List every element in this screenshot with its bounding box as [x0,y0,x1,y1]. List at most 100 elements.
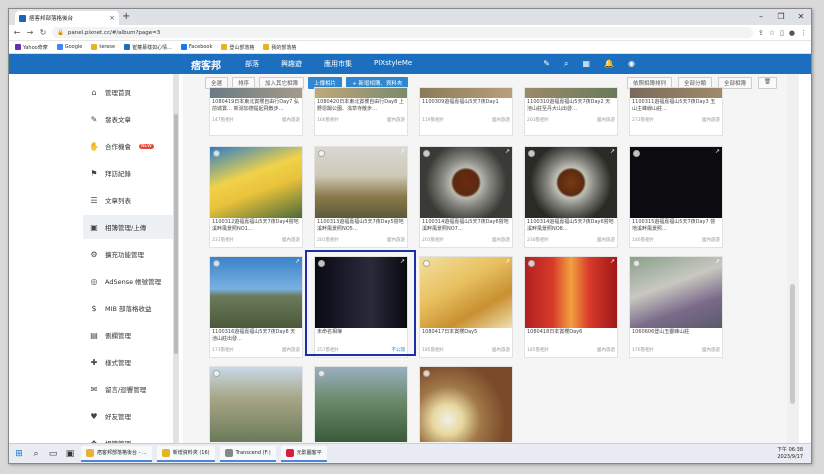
select-checkbox[interactable] [213,370,220,377]
close-tab-icon[interactable]: × [109,14,115,22]
bookmark-item[interactable]: Yahoo奇摩 [15,44,48,51]
album-card[interactable] [419,366,513,442]
bookmark-item[interactable]: terese [91,44,115,50]
select-checkbox[interactable] [633,260,640,267]
taskbar-app-drive[interactable]: Transcend (F:) [219,445,276,462]
nav-interest[interactable]: 興趣遊 [281,59,302,69]
external-link-icon[interactable]: ↗ [715,258,720,265]
album-caption: 1100314遊福嘉福山5天7夜Day6營地溪畔風景照NO7… [422,219,509,232]
bookmark-item[interactable]: Google [56,44,82,50]
external-link-icon[interactable]: ↗ [400,148,405,155]
sidebar-item-articles[interactable]: ☰ 文章列表 [83,188,173,212]
sidebar-item-extensions[interactable]: ⚙ 擴充功能管理 [83,242,173,266]
album-card[interactable] [209,366,303,442]
reload-icon[interactable]: ↻ [39,28,47,37]
album-card[interactable]: ↗ 1100313遊福嘉福山5天7夜Day5營地溪畔風景照NO5… 201張相片… [314,146,408,248]
external-link-icon[interactable]: ↗ [610,258,615,265]
maximize-button[interactable]: ❐ [771,9,791,25]
forward-icon[interactable]: → [26,28,34,37]
select-checkbox[interactable] [633,150,640,157]
album-card[interactable]: ↗ 1100316遊福嘉福山5天7夜Day8 天池山莊出發… 173張相片 國內旅… [209,256,303,358]
external-link-icon[interactable]: ↗ [505,148,510,155]
apps-grid-icon[interactable]: ▦ [582,59,590,69]
select-checkbox[interactable] [423,260,430,267]
taskbar-app-chrome[interactable]: 痞客邦部落格後台 - ... [81,445,152,462]
sidebar-scrollbar[interactable] [173,74,179,463]
select-checkbox[interactable] [423,150,430,157]
album-card[interactable]: ↗ 1100315遊福嘉福山5天7夜Day7 營地溪畔風景照… 146張相片 國內… [629,146,723,248]
external-link-icon[interactable]: ↗ [505,258,510,265]
taskbar-app-viewer[interactable]: 元影圖客平 [280,445,327,462]
store-icon[interactable]: ▣ [64,449,76,459]
select-checkbox[interactable] [528,260,535,267]
album-card[interactable]: 1100312遊福嘉福山5天7夜Day4營地溪畔風景照NO1… 231張相片 國內… [209,146,303,248]
new-tab-button[interactable]: + [122,11,130,23]
sidebar-item-mib[interactable]: $ MIB 部落格收益 [83,296,173,320]
system-clock[interactable]: 下午 06:38 2023/9/17 [777,447,807,460]
album-card[interactable]: ↗ 1080417日本賞櫻Day5 185張相片 國內旅遊 [419,256,513,358]
album-card[interactable] [314,366,408,442]
trash-icon[interactable]: 🗑 [758,76,777,89]
sidebar-item-adsense[interactable]: ◎ AdSense 帳號管理 [83,269,173,293]
sidebar-scroll-thumb[interactable] [174,114,178,354]
sidebar-item-friends[interactable]: ♥ 好友管理 [83,404,173,428]
select-checkbox[interactable] [423,370,430,377]
sidebar-item-album-upload[interactable]: ▣ 相簿管理/上傳 [83,215,173,239]
taskbar-app-folder[interactable]: 新增資料夾 (16) [156,445,215,462]
edit-icon[interactable]: ✎ [543,59,550,69]
bookmark-item[interactable]: 我的部落格 [263,44,296,51]
sidebar-item-visits[interactable]: ⚑ 拜訪紀錄 [83,161,173,185]
windows-start-icon[interactable]: ⊞ [13,449,25,459]
task-view-icon[interactable]: ▭ [47,449,59,459]
share-icon[interactable]: ⇪ [758,29,764,37]
external-link-icon[interactable]: ↗ [610,148,615,155]
back-icon[interactable]: ← [13,28,21,37]
sidebar-item-cooperation[interactable]: ✋ 合作機會 NEW [83,134,173,158]
avatar-icon[interactable]: ◉ [628,59,635,69]
album-card[interactable]: ↗ 1100314遊福嘉福山5天7夜Day6營地溪畔風景照NO8… 230張相片… [524,146,618,248]
minimize-button[interactable]: – [751,9,771,25]
sidebar-item-comments[interactable]: ✉ 留言/迴響管理 [83,377,173,401]
url-field[interactable]: 🔒 panel.pixnet.cc/#/album?page=3 [52,27,753,38]
sidebar-toggle-icon[interactable]: ▯ [780,29,784,37]
album-card[interactable]: 1100309遊福嘉福山5天7夜Day1 119張相片 國內旅遊 [419,87,513,136]
nav-blog[interactable]: 部落 [245,59,259,69]
album-card[interactable]: 1100311遊福嘉福山5天7夜Day3 玉山主峰線山莊… 273張相片 國內旅遊 [629,87,723,136]
profile-icon[interactable]: ● [789,29,795,37]
album-card[interactable]: ↗ 1060606登山玉靈峰山莊 176張相片 國內旅遊 [629,256,723,358]
bell-icon[interactable]: 🔔 [604,59,614,69]
sidebar-item-compose[interactable]: ✎ 發表文章 [83,107,173,131]
album-card[interactable]: ↗ 1080418日本賞櫻Day6 185張相片 國內旅遊 [524,256,618,358]
sidebar-item-style[interactable]: ✚ 樣式管理 [83,350,173,374]
select-checkbox[interactable] [528,150,535,157]
page-scrollbar[interactable] [787,74,799,463]
bookmark-item[interactable]: Facebook [180,44,212,50]
select-checkbox[interactable] [318,150,325,157]
sidebar-item-home[interactable]: ⌂ 管理首頁 [83,80,173,104]
album-card[interactable]: ↗ 1100314遊福嘉福山5天7夜Day6營地溪畔風景照NO7… 203張相片… [419,146,513,248]
album-cover: ↗ [525,147,617,218]
bookmark-star-icon[interactable]: ☆ [769,29,775,37]
sidebar-item-side-column[interactable]: ▤ 側欄管理 [83,323,173,347]
bookmark-item[interactable]: 登山部落格 [221,44,254,51]
album-card[interactable]: 1080419日本東北賞櫻自由行Day7 弘前城賞… 新潟加德提起飛散步… 14… [209,87,303,136]
album-card[interactable]: 1100310遊福嘉福山5天7夜Day2 天池山莊至丹大山出發… 203張相片 國… [524,87,618,136]
menu-dots-icon[interactable]: ⋮ [800,29,807,37]
search-icon[interactable]: ⌕ [30,449,42,459]
pixnet-logo[interactable]: 痞客邦 [191,57,221,72]
select-checkbox[interactable] [213,260,220,267]
nav-market[interactable]: 應用市集 [324,59,352,69]
select-checkbox[interactable] [213,150,220,157]
page-scroll-thumb[interactable] [790,284,795,404]
album-caption: 1100311遊福嘉福山5天7夜Day3 玉山主峰線山莊… [632,99,716,112]
external-link-icon[interactable]: ↗ [715,148,720,155]
browser-tab[interactable]: 痞客邦部落格後台 × [15,11,119,25]
select-checkbox[interactable] [318,370,325,377]
album-card[interactable]: 1080420日本東北賞櫻自由行Day8 上野恩賜公園、浅草寺散步… 166張相… [314,87,408,136]
close-window-button[interactable]: ✕ [791,9,811,25]
album-dropdown[interactable]: 全部相簿 [718,76,753,89]
bookmark-item[interactable]: 崔蘿慕樣如心情... [124,44,172,51]
nav-pixstyleme[interactable]: PIXstyleMe [374,59,412,69]
external-link-icon[interactable]: ↗ [295,258,300,265]
search-icon[interactable]: ⌕ [564,59,568,69]
